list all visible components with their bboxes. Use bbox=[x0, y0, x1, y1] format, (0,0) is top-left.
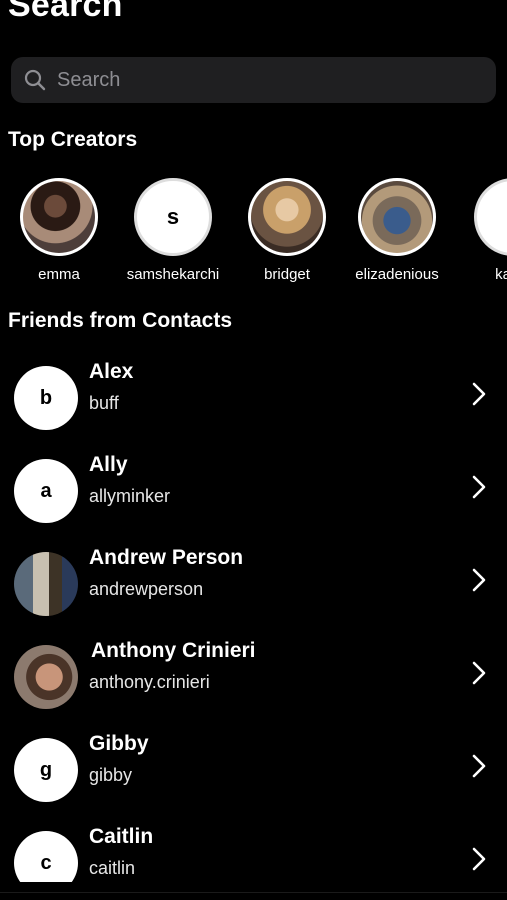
creator-name: elizadenious bbox=[355, 266, 439, 283]
creator-name: katev bbox=[495, 266, 507, 283]
creator-bridget[interactable]: bridget bbox=[227, 178, 347, 283]
creator-emma[interactable]: emma bbox=[0, 178, 119, 283]
avatar bbox=[358, 178, 436, 256]
contact-name: Gibby bbox=[89, 732, 149, 755]
contact-handle: gibby bbox=[89, 765, 133, 785]
contact-name: Andrew Person bbox=[89, 546, 244, 569]
creator-name: emma bbox=[38, 266, 80, 283]
chevron-right-icon[interactable] bbox=[471, 381, 487, 407]
contact-row[interactable]: a Ally allyminker bbox=[0, 449, 507, 529]
avatar bbox=[248, 178, 326, 256]
chevron-right-icon[interactable] bbox=[471, 846, 487, 872]
chevron-right-icon[interactable] bbox=[471, 474, 487, 500]
contact-name: Anthony Crinieri bbox=[91, 639, 256, 662]
contact-name: Alex bbox=[89, 360, 134, 383]
page-title: Search bbox=[8, 0, 123, 24]
search-screen: Search Top Creators emma s samshekarchi … bbox=[0, 0, 507, 900]
contact-row[interactable]: Anthony Crinieri anthony.crinieri bbox=[0, 635, 507, 715]
top-creators-title: Top Creators bbox=[8, 128, 138, 151]
chevron-right-icon[interactable] bbox=[471, 660, 487, 686]
contact-handle: caitlin bbox=[89, 858, 136, 878]
avatar: s bbox=[134, 178, 212, 256]
avatar bbox=[14, 552, 78, 616]
chevron-right-icon[interactable] bbox=[471, 753, 487, 779]
avatar bbox=[474, 178, 507, 256]
contact-row[interactable]: g Gibby gibby bbox=[0, 728, 507, 808]
friends-from-contacts-title: Friends from Contacts bbox=[8, 309, 233, 332]
avatar bbox=[20, 178, 98, 256]
bottom-bar bbox=[0, 882, 507, 900]
creator-samshekarchi[interactable]: s samshekarchi bbox=[113, 178, 233, 283]
contact-handle: andrewperson bbox=[89, 579, 204, 599]
contact-handle: buff bbox=[89, 393, 119, 413]
creator-name: samshekarchi bbox=[126, 266, 220, 283]
chevron-right-icon[interactable] bbox=[471, 567, 487, 593]
avatar: a bbox=[14, 459, 78, 523]
contact-row[interactable]: b Alex buff bbox=[0, 356, 507, 436]
contact-name: Ally bbox=[89, 453, 128, 476]
creator-katev[interactable]: katev bbox=[453, 178, 507, 283]
avatar: b bbox=[14, 366, 78, 430]
divider bbox=[0, 892, 507, 893]
avatar bbox=[14, 645, 78, 709]
contact-row[interactable]: Andrew Person andrewperson bbox=[0, 542, 507, 622]
contact-handle: anthony.crinieri bbox=[89, 672, 210, 692]
search-icon bbox=[23, 68, 47, 92]
contact-name: Caitlin bbox=[89, 825, 154, 848]
avatar: g bbox=[14, 738, 78, 802]
creator-elizadenious[interactable]: elizadenious bbox=[337, 178, 457, 283]
search-input[interactable] bbox=[55, 67, 479, 93]
search-bar[interactable] bbox=[11, 57, 496, 103]
top-creators-list: emma s samshekarchi bridget elizadenious… bbox=[0, 178, 507, 288]
contact-handle: allyminker bbox=[89, 486, 171, 506]
creator-name: bridget bbox=[264, 266, 310, 283]
